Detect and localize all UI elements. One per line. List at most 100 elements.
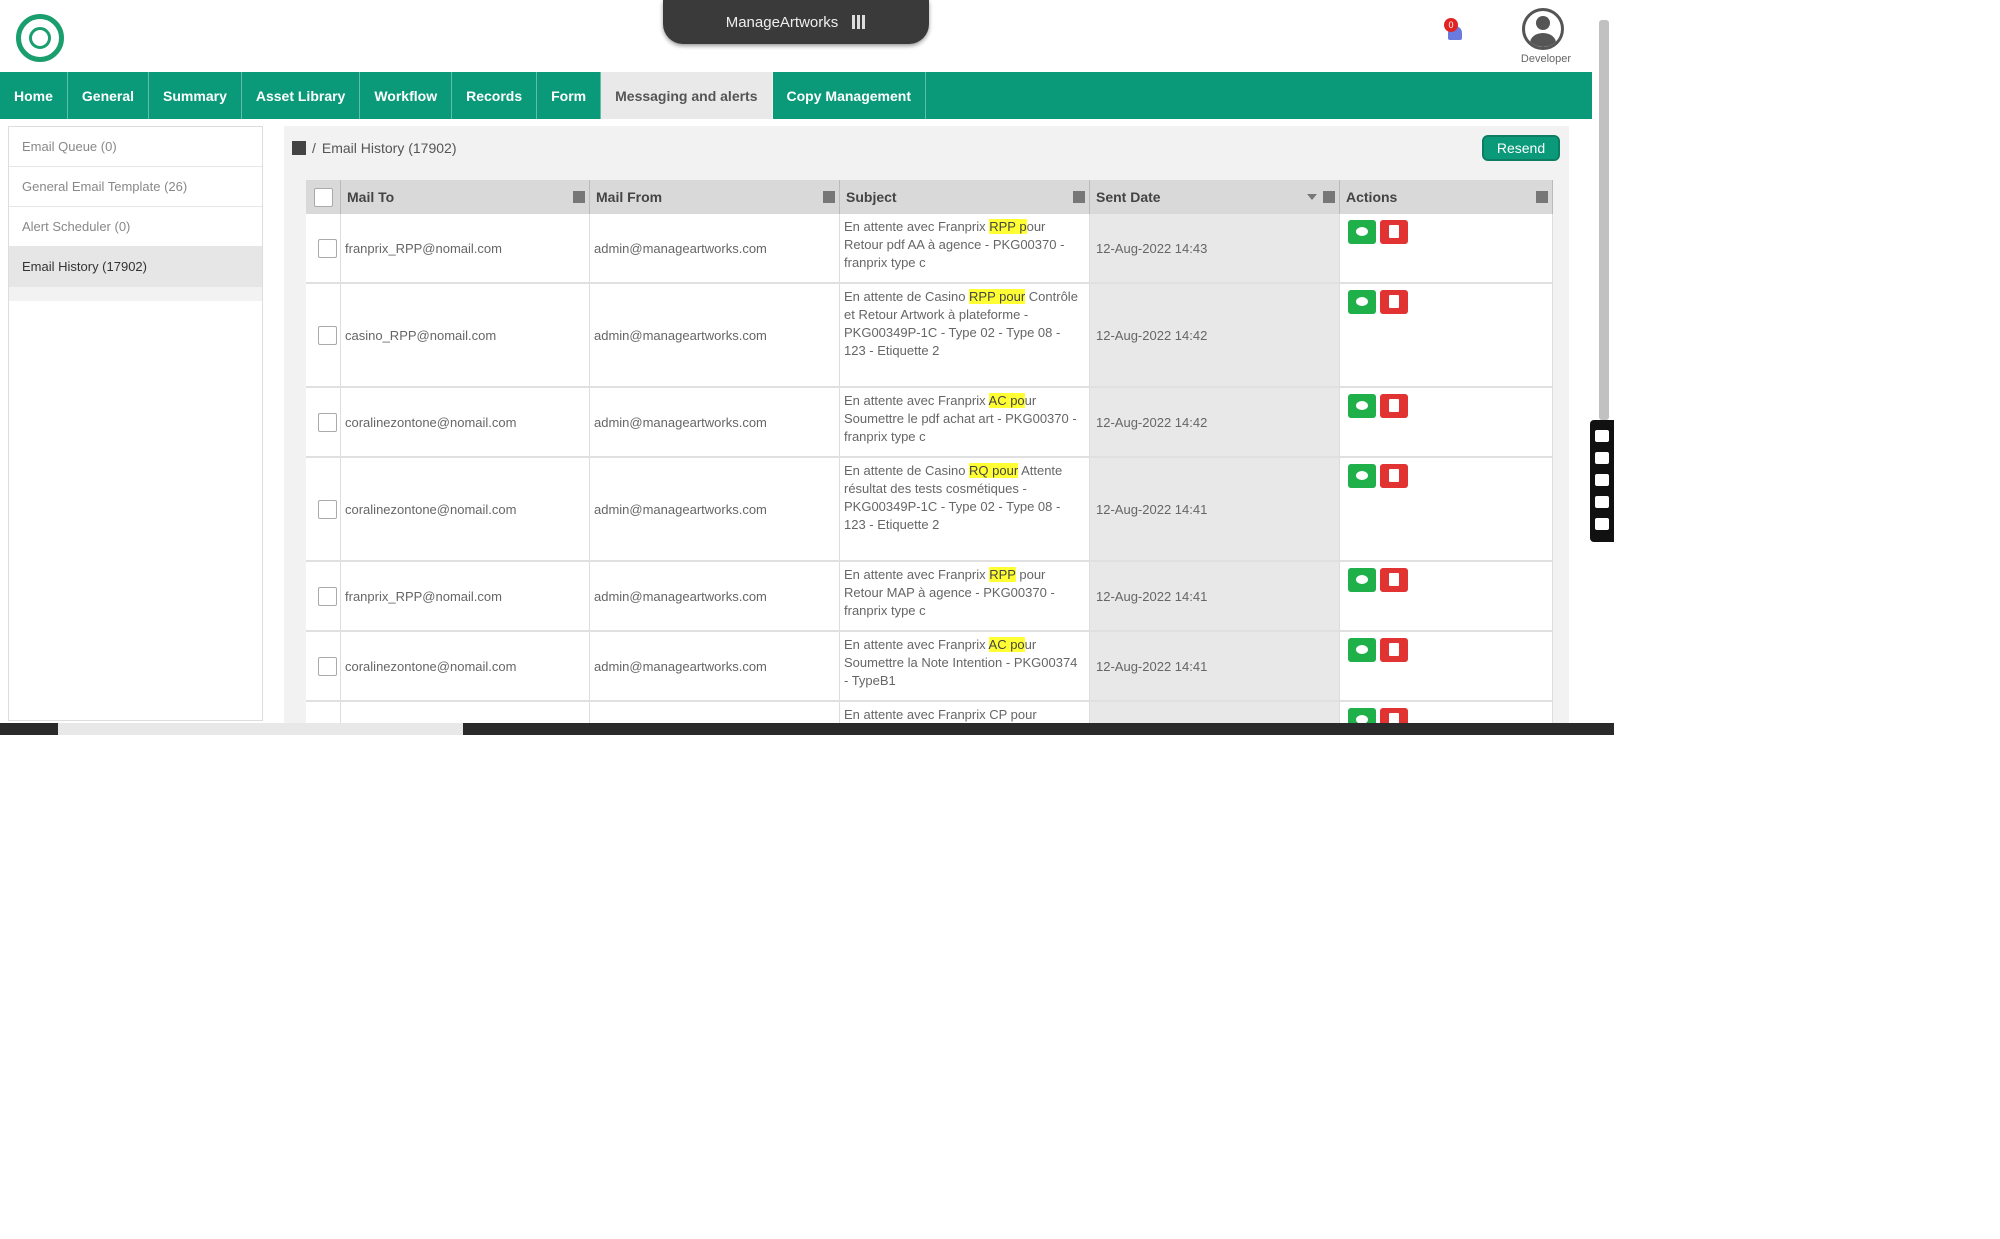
- mail-to-cell: coralinezontone@nomail.com: [341, 388, 590, 456]
- tab-summary[interactable]: Summary: [149, 72, 242, 119]
- row-checkbox[interactable]: [318, 586, 337, 606]
- column-mail-to[interactable]: Mail To: [341, 180, 590, 214]
- tab-workflow[interactable]: Workflow: [360, 72, 453, 119]
- sent-date-cell: 12-Aug-2022 14:41: [1090, 562, 1340, 630]
- actions-cell: [1340, 388, 1553, 456]
- table-header: Mail To Mail From Subject Sent Date Acti…: [306, 180, 1553, 214]
- capture-toolbar: [1590, 420, 1614, 542]
- row-checkbox[interactable]: [318, 412, 337, 432]
- table-row[interactable]: franprix_RPP@nomail.com admin@manageartwo…: [306, 214, 1553, 284]
- table-row[interactable]: coralinezontone@nomail.com admin@managear…: [306, 458, 1553, 562]
- folder-icon[interactable]: [292, 141, 306, 155]
- column-menu-icon[interactable]: [573, 191, 585, 203]
- view-eye-icon[interactable]: [1348, 568, 1376, 592]
- select-all-checkbox[interactable]: [314, 187, 333, 207]
- video-icon[interactable]: [1595, 474, 1609, 486]
- grid-icon: [852, 15, 867, 29]
- subject-cell: En attente avec Franprix AC pour Soumett…: [840, 632, 1090, 700]
- column-sent-date[interactable]: Sent Date: [1090, 180, 1340, 214]
- column-menu-icon[interactable]: [1323, 191, 1335, 203]
- sidebar-item[interactable]: General Email Template (26): [9, 167, 262, 207]
- column-actions: Actions: [1340, 180, 1553, 214]
- actions-cell: [1340, 458, 1553, 560]
- resend-button[interactable]: Resend: [1482, 135, 1560, 161]
- view-eye-icon[interactable]: [1348, 394, 1376, 418]
- subject-text: En attente avec Franprix RPP pour Retour…: [844, 218, 1085, 272]
- sidebar-item[interactable]: Email History (17902): [9, 247, 262, 287]
- breadcrumb-separator: /: [312, 140, 316, 156]
- delete-trash-icon[interactable]: [1380, 394, 1408, 418]
- delete-trash-icon[interactable]: [1380, 568, 1408, 592]
- notification-bell[interactable]: 0: [1444, 18, 1466, 44]
- mail-from-cell: admin@manageartworks.com: [590, 632, 840, 700]
- row-checkbox[interactable]: [318, 325, 337, 345]
- view-eye-icon[interactable]: [1348, 220, 1376, 244]
- delete-trash-icon[interactable]: [1380, 220, 1408, 244]
- tab-home[interactable]: Home: [0, 72, 68, 119]
- tab-general[interactable]: General: [68, 72, 150, 119]
- taskbar: [0, 723, 1614, 735]
- row-checkbox[interactable]: [318, 499, 337, 519]
- column-mail-from[interactable]: Mail From: [590, 180, 840, 214]
- tab-records[interactable]: Records: [452, 72, 538, 119]
- row-checkbox[interactable]: [318, 656, 337, 676]
- mail-to-cell: franprix_RPP@nomail.com: [341, 562, 590, 630]
- subject-cell: En attente de Casino RQ pour Attente rés…: [840, 458, 1090, 560]
- taskbar-search[interactable]: [58, 723, 463, 735]
- sent-date-cell: 12-Aug-2022 14:42: [1090, 284, 1340, 386]
- table-body: franprix_RPP@nomail.com admin@manageartwo…: [306, 214, 1553, 735]
- logo[interactable]: [16, 14, 64, 62]
- app-window: ManageArtworks 0 Developer Home General Su…: [0, 0, 1614, 735]
- scrollbar-thumb[interactable]: [1599, 20, 1609, 420]
- tab-form[interactable]: Form: [537, 72, 602, 119]
- subject-highlight: RPP: [989, 567, 1016, 582]
- subject-part: En attente avec Franprix: [844, 567, 990, 582]
- mail-from-cell: admin@manageartworks.com: [590, 214, 840, 282]
- sidebar-item[interactable]: Email Queue (0): [9, 127, 262, 167]
- screen-icon[interactable]: [1595, 496, 1609, 508]
- subject-text: En attente avec Franprix AC pour Soumett…: [844, 392, 1085, 446]
- tab-messaging-and-alerts[interactable]: Messaging and alerts: [601, 72, 773, 119]
- camera-icon[interactable]: [1595, 452, 1609, 464]
- subject-highlight: RPP pour: [969, 289, 1026, 304]
- column-label: Sent Date: [1096, 189, 1161, 205]
- row-checkbox[interactable]: [318, 238, 337, 258]
- pin-icon[interactable]: [1595, 430, 1609, 442]
- view-eye-icon[interactable]: [1348, 290, 1376, 314]
- select-cell: [306, 458, 341, 560]
- sent-date-cell: 12-Aug-2022 14:42: [1090, 388, 1340, 456]
- column-subject[interactable]: Subject: [840, 180, 1090, 214]
- sidebar-item[interactable]: Alert Scheduler (0): [9, 207, 262, 247]
- vertical-scrollbar[interactable]: [1597, 6, 1611, 706]
- table-row[interactable]: coralinezontone@nomail.com admin@managear…: [306, 388, 1553, 458]
- actions-cell: [1340, 632, 1553, 700]
- column-menu-icon[interactable]: [1073, 191, 1085, 203]
- avatar[interactable]: [1522, 8, 1564, 50]
- column-menu-icon[interactable]: [823, 191, 835, 203]
- tab-asset-library[interactable]: Asset Library: [242, 72, 361, 119]
- mail-to-cell: casino_RPP@nomail.com: [341, 284, 590, 386]
- table-row[interactable]: franprix_RPP@nomail.com admin@manageartwo…: [306, 562, 1553, 632]
- delete-trash-icon[interactable]: [1380, 638, 1408, 662]
- subject-part: En attente avec Franprix: [844, 219, 990, 234]
- select-cell: [306, 214, 341, 282]
- app-switcher[interactable]: ManageArtworks: [663, 0, 929, 44]
- subject-text: En attente de Casino RQ pour Attente rés…: [844, 462, 1085, 534]
- delete-trash-icon[interactable]: [1380, 290, 1408, 314]
- select-cell: [306, 284, 341, 386]
- subject-highlight: AC po: [988, 393, 1025, 408]
- column-menu-icon[interactable]: [1536, 191, 1548, 203]
- view-eye-icon[interactable]: [1348, 464, 1376, 488]
- table-row[interactable]: casino_RPP@nomail.com admin@manageartwork…: [306, 284, 1553, 388]
- view-eye-icon[interactable]: [1348, 638, 1376, 662]
- subject-cell: En attente de Casino RPP pour Contrôle e…: [840, 284, 1090, 386]
- select-all-header: [306, 180, 341, 214]
- select-cell: [306, 388, 341, 456]
- tab-copy-management[interactable]: Copy Management: [773, 72, 926, 119]
- table-row[interactable]: coralinezontone@nomail.com admin@managear…: [306, 632, 1553, 702]
- mail-from-cell: admin@manageartworks.com: [590, 388, 840, 456]
- gear-icon[interactable]: [1595, 518, 1609, 530]
- actions-cell: [1340, 214, 1553, 282]
- notification-badge: 0: [1444, 18, 1458, 32]
- delete-trash-icon[interactable]: [1380, 464, 1408, 488]
